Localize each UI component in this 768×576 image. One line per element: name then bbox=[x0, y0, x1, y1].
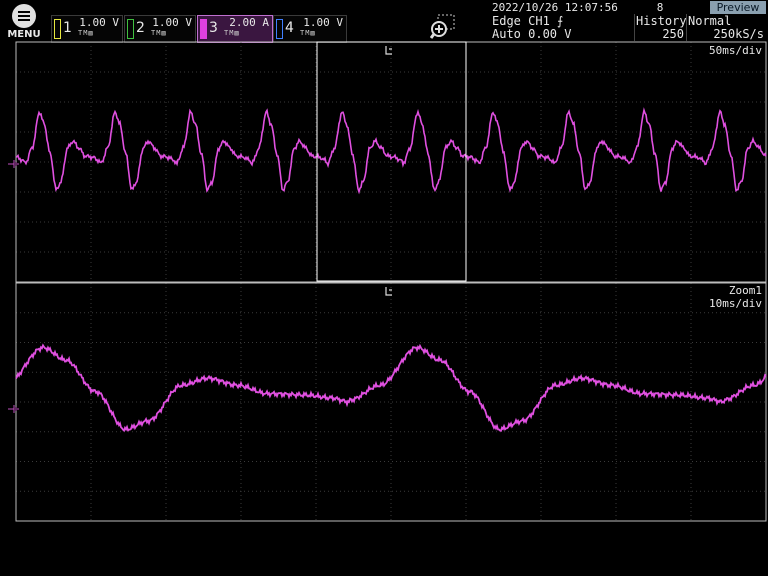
trigger-position-marker-zoom[interactable] bbox=[383, 283, 395, 302]
main-timebase[interactable]: 50ms/div bbox=[709, 44, 762, 57]
zoom-timebase[interactable]: 10ms/div bbox=[709, 297, 762, 310]
zoom-grid bbox=[15, 282, 767, 522]
trigger-position-marker-main[interactable] bbox=[383, 42, 395, 61]
zoom-title: Zoom1 bbox=[728, 284, 762, 297]
ground-marker-main[interactable] bbox=[8, 155, 20, 174]
ground-marker-zoom[interactable] bbox=[8, 400, 20, 419]
zoom-trace bbox=[15, 343, 767, 433]
main-grid bbox=[15, 41, 767, 283]
zoom-window-box bbox=[316, 41, 467, 282]
